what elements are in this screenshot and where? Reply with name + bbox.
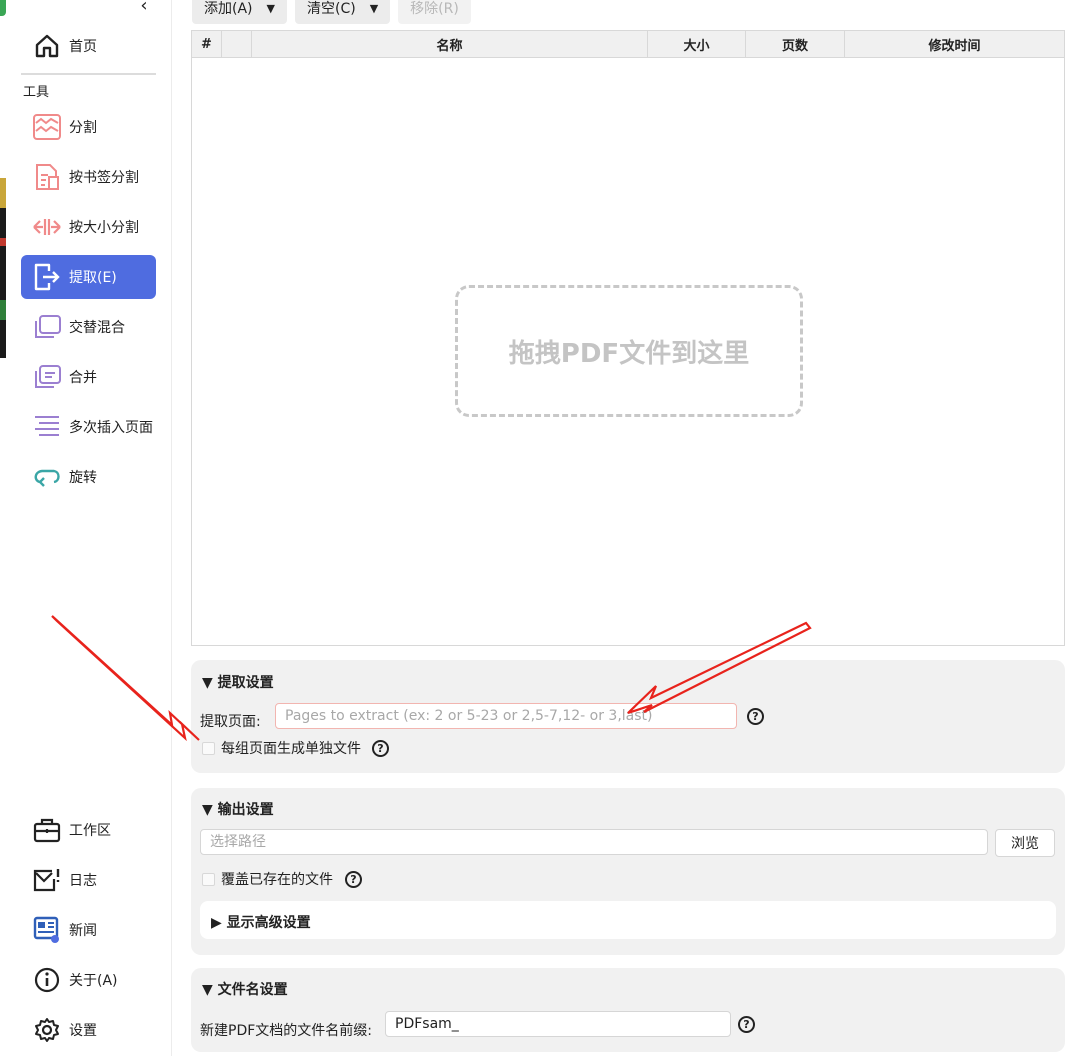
sidebar-item-alternate-mix[interactable]: 交替混合 [21,305,156,349]
extract-settings-panel: ▼ 提取设置 提取页面: ? 每组页面生成单独文件 ? [191,660,1065,773]
remove-button[interactable]: 移除(R) [398,0,471,24]
add-button[interactable]: 添加(A) ▼ [192,0,287,24]
table-header: # 名称 大小 页数 修改时间 [192,31,1064,58]
overwrite-checkbox[interactable] [202,873,215,886]
clear-button[interactable]: 清空(C) ▼ [294,0,391,24]
sidebar-item-log[interactable]: 日志 [21,858,156,902]
sidebar: ‹ 首页 工具 分割 按书签分割 按大小分割 提取(E) 交替混合 合并 多次插… [6,0,172,1056]
prefix-input[interactable] [385,1011,731,1037]
bookmark-split-icon [31,161,63,193]
sidebar-item-settings[interactable]: 设置 [21,1008,156,1052]
sidebar-item-about[interactable]: 关于(A) [21,958,156,1002]
separate-files-checkbox[interactable] [202,742,215,755]
collapse-sidebar-icon[interactable]: ‹ [134,0,154,16]
output-settings-toggle[interactable]: ▼ 输出设置 [202,799,274,819]
info-icon [31,964,63,996]
separate-files-label: 每组页面生成单独文件 [221,741,361,757]
toolbar: 添加(A) ▼ 清空(C) ▼ 移除(R) [192,0,471,24]
sidebar-item-news[interactable]: 新闻 [21,908,156,952]
browse-button[interactable]: 浏览 [995,829,1055,857]
pages-input[interactable] [275,703,737,729]
file-table[interactable]: # 名称 大小 页数 修改时间 拖拽PDF文件到这里 [191,30,1065,646]
column-header-name[interactable]: 名称 [252,31,648,57]
sidebar-item-split[interactable]: 分割 [21,105,156,149]
log-icon [31,864,63,896]
column-header-status[interactable] [222,31,252,57]
column-header-pages[interactable]: 页数 [746,31,845,57]
tools-section-label: 工具 [23,85,50,100]
filename-settings-panel: ▼ 文件名设置 新建PDF文档的文件名前缀: ? [191,968,1065,1052]
help-icon[interactable]: ? [738,1016,755,1033]
sidebar-item-insert-pages[interactable]: 多次插入页面 [21,405,156,449]
column-header-index[interactable]: # [192,31,222,57]
insert-pages-icon [31,411,63,443]
filename-settings-toggle[interactable]: ▼ 文件名设置 [202,979,288,999]
help-icon[interactable]: ? [372,740,389,757]
split-icon [31,111,63,143]
home-icon [31,30,63,62]
column-header-modified[interactable]: 修改时间 [845,31,1064,57]
briefcase-icon [31,814,63,846]
help-icon[interactable]: ? [345,871,362,888]
chevron-down-icon[interactable]: ▼ [267,2,275,15]
extract-settings-toggle[interactable]: ▼ 提取设置 [202,672,274,692]
news-icon [31,914,63,946]
sidebar-item-bookmark-split[interactable]: 按书签分割 [21,155,156,199]
sidebar-item-rotate[interactable]: 旋转 [21,455,156,499]
sidebar-item-size-split[interactable]: 按大小分割 [21,205,156,249]
alternate-mix-icon [31,311,63,343]
sidebar-divider [21,73,156,75]
merge-icon [31,361,63,393]
advanced-settings-toggle[interactable]: ▶ 显示高级设置 [200,901,1056,939]
overwrite-label: 覆盖已存在的文件 [221,872,333,888]
output-settings-panel: ▼ 输出设置 浏览 覆盖已存在的文件 ? ▶ 显示高级设置 [191,788,1065,955]
rotate-icon [31,461,63,493]
help-icon[interactable]: ? [747,708,764,725]
extract-icon [31,261,63,293]
drop-zone[interactable]: 拖拽PDF文件到这里 [455,285,803,417]
sidebar-item-extract[interactable]: 提取(E) [21,255,156,299]
sidebar-item-merge[interactable]: 合并 [21,355,156,399]
column-header-size[interactable]: 大小 [648,31,746,57]
size-split-icon [31,211,63,243]
prefix-label: 新建PDF文档的文件名前缀: [200,1023,372,1039]
sidebar-item-home[interactable]: 首页 [21,24,156,68]
gear-icon [31,1014,63,1046]
pages-label: 提取页面: [200,714,261,730]
chevron-down-icon[interactable]: ▼ [370,2,378,15]
output-path-input[interactable] [200,829,988,855]
sidebar-item-workspace[interactable]: 工作区 [21,808,156,852]
